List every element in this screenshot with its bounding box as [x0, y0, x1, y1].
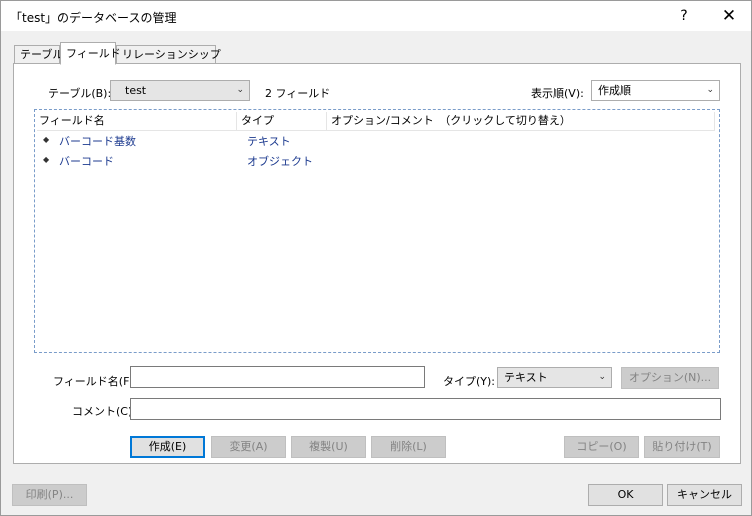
column-header-type[interactable]: タイプ — [237, 112, 327, 130]
table-row[interactable]: ◆ バーコード基数 テキスト — [37, 131, 715, 149]
field-list[interactable]: フィールド名 タイプ オプション/コメント （クリックして切り替え） ◆ バーコ… — [34, 109, 720, 353]
chevron-down-icon: ⌄ — [706, 85, 714, 95]
title-bar: 「test」のデータベースの管理 ? ✕ — [1, 1, 751, 31]
close-icon: ✕ — [721, 6, 737, 26]
window-title: 「test」のデータベースの管理 — [10, 11, 177, 25]
ok-button[interactable]: OK — [588, 484, 663, 506]
paste-button[interactable]: 貼り付け(T) — [644, 436, 720, 458]
field-type-value: テキスト — [504, 371, 548, 384]
comment-input[interactable] — [130, 398, 721, 420]
field-name-input[interactable] — [130, 366, 425, 388]
field-name-cell: バーコード基数 — [59, 135, 136, 148]
table-selector-label: テーブル(B): — [48, 87, 112, 100]
tab-tables[interactable]: テーブル — [14, 45, 63, 64]
duplicate-button[interactable]: 複製(U) — [291, 436, 366, 458]
create-button[interactable]: 作成(E) — [130, 436, 205, 458]
field-type-cell: オブジェクト — [247, 155, 313, 168]
sort-order-value: 作成順 — [598, 84, 631, 97]
comment-label: コメント(C): — [72, 405, 136, 418]
chevron-down-icon: ⌄ — [598, 372, 606, 382]
field-type-label: タイプ(Y): — [443, 375, 496, 388]
help-button[interactable]: ? — [661, 1, 707, 31]
sort-order-label: 表示順(V): — [531, 87, 584, 100]
tab-fields[interactable]: フィールド — [60, 42, 121, 65]
column-header-field-name[interactable]: フィールド名 — [35, 112, 237, 130]
field-name-cell: バーコード — [59, 155, 114, 168]
tab-relationships[interactable]: リレーションシップ — [116, 45, 221, 64]
table-select[interactable]: test ⌄ — [110, 80, 250, 101]
close-button[interactable]: ✕ — [706, 1, 752, 31]
table-row[interactable]: ◆ バーコード オブジェクト — [37, 151, 715, 169]
help-icon: ? — [680, 8, 688, 24]
change-button[interactable]: 変更(A) — [211, 436, 286, 458]
manage-database-dialog: 「test」のデータベースの管理 ? ✕ テーブル フィールド リレーションシッ… — [0, 0, 752, 516]
options-button[interactable]: オプション(N)... — [621, 367, 719, 389]
sort-order-select[interactable]: 作成順 ⌄ — [591, 80, 720, 101]
field-type-select[interactable]: テキスト ⌄ — [497, 367, 612, 388]
drag-handle-icon[interactable]: ◆ — [43, 155, 49, 164]
field-count: 2 フィールド — [265, 87, 331, 100]
chevron-down-icon: ⌄ — [236, 85, 244, 95]
cancel-button[interactable]: キャンセル — [667, 484, 742, 506]
delete-button[interactable]: 削除(L) — [371, 436, 446, 458]
table-select-value: test — [125, 84, 147, 97]
print-button[interactable]: 印刷(P)... — [12, 484, 87, 506]
drag-handle-icon[interactable]: ◆ — [43, 135, 49, 144]
column-header-options-comment[interactable]: オプション/コメント （クリックして切り替え） — [327, 112, 715, 130]
copy-button[interactable]: コピー(O) — [564, 436, 639, 458]
field-type-cell: テキスト — [247, 135, 291, 148]
field-name-label: フィールド名(F): — [53, 375, 138, 388]
